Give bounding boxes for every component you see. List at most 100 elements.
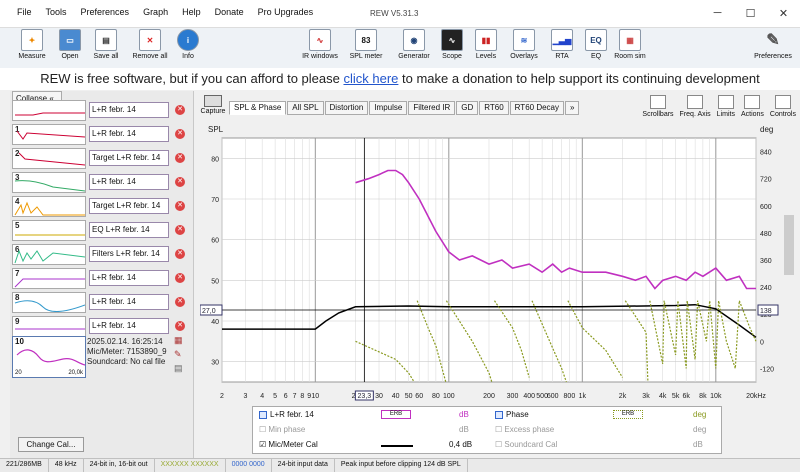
remove-measurement-icon[interactable]: ✕ [175,297,185,307]
measurement-name-field[interactable]: Filters L+R febr. 14 [89,246,169,262]
measurement-name-field[interactable]: L+R febr. 14 [89,294,169,310]
change-cal-button[interactable]: Change Cal... [18,437,84,452]
menu-help[interactable]: Help [175,7,208,17]
measurement-row[interactable]: 1 L+R febr. 14 ✕ [12,123,192,145]
measurement-row[interactable]: 6 Filters L+R febr. 14 ✕ [12,243,192,265]
tool-scrollbars[interactable]: Scrollbars [642,95,674,118]
remove-measurement-icon[interactable]: ✕ [175,177,185,187]
room-sim-icon: ▦ [619,29,641,51]
tab-6[interactable]: RT60 [479,101,509,115]
measurement-row[interactable]: 3 L+R febr. 14 ✕ [12,171,192,193]
measurement-row[interactable]: 8 L+R febr. 14 ✕ [12,291,192,313]
measurement-thumb[interactable]: 4 [12,195,86,217]
tool-actions[interactable]: Actions [741,95,764,118]
pen-icon[interactable]: ✎ [174,349,182,360]
remove-measurement-icon[interactable]: ✕ [175,249,185,259]
ir-windows-button[interactable]: ∿ IR windows [300,28,340,60]
remove-measurement-icon[interactable]: ✕ [175,129,185,139]
close-icon[interactable]: ✕ [767,0,800,26]
tab-0[interactable]: SPL & Phase [229,101,287,115]
window-title: REW V5.31.3 [370,9,419,18]
tab-1[interactable]: All SPL [287,101,324,115]
spl-phase-graph[interactable]: 2345678910203040506080100200300400500600… [200,120,782,410]
y-right-tick-label: 720 [760,177,772,184]
measurement-name-field[interactable]: EQ L+R febr. 14 [89,222,169,238]
measurement-thumb[interactable]: 6 [12,243,86,265]
measurement-name-field[interactable]: L+R febr. 14 [89,270,169,286]
y-left-tick-label: 50 [211,278,219,285]
measurement-row[interactable]: 4 Target L+R febr. 14 ✕ [12,195,192,217]
tab-2[interactable]: Distortion [324,101,369,115]
info-button[interactable]: i Info [168,28,208,60]
remove-measurement-icon[interactable]: ✕ [175,201,185,211]
measurement-name-field[interactable]: L+R febr. 14 [89,102,169,118]
x-tick-label: 400 [523,393,535,400]
checkbox-spl[interactable] [259,410,267,419]
remove-measurement-icon[interactable]: ✕ [175,273,185,283]
menu-file[interactable]: File [10,7,39,17]
tab-7[interactable]: RT60 Decay [509,101,564,115]
levels-button[interactable]: ▮▮ Levels [466,28,506,60]
maximize-icon[interactable]: ☐ [734,0,767,26]
measurement-name-field[interactable]: Target L+R febr. 14 [89,198,169,214]
donate-link[interactable]: click here [343,71,398,86]
generator-button[interactable]: ◉ Generator [394,28,434,60]
tab-4[interactable]: Filtered IR [408,101,456,115]
save-all-button[interactable]: ▤ Save all [86,28,126,60]
x-tick-label: 300 [507,393,519,400]
measure-button[interactable]: ✦ Measure [12,28,52,60]
measurement-name-field[interactable]: L+R febr. 14 [89,174,169,190]
measurement-thumb[interactable]: 5 [12,219,86,241]
tab-5[interactable]: GD [456,101,479,115]
overlays-button[interactable]: ≋ Overlays [504,28,544,60]
x-tick-label: 30 [375,393,383,400]
minimize-icon[interactable]: ─ [701,0,734,26]
chart-icon[interactable]: ▦ [174,335,183,346]
status-field: XXXXXX XXXXXX [155,459,226,472]
remove-all-button[interactable]: ✕ Remove all [130,28,170,60]
document-icon[interactable]: ▤ [174,363,183,374]
measurement-thumb[interactable]: 8 [12,291,86,313]
x-tick-label: 8 [300,393,304,400]
menu-preferences[interactable]: Preferences [74,7,137,17]
menu-donate[interactable]: Donate [208,7,251,17]
spl-meter-button[interactable]: 83 SPL meter [346,28,386,60]
measurement-thumb[interactable]: 1 [12,123,86,145]
tab-3[interactable]: Impulse [369,101,408,115]
erb-badge-phase[interactable]: ERB [613,410,643,419]
measurement-name-field[interactable]: L+R febr. 14 [89,126,169,142]
measurement-thumb[interactable]: 9 [12,315,86,337]
measurement-thumb[interactable]: 2 [12,147,86,169]
measurement-name-field[interactable]: Target L+R febr. 14 [89,150,169,166]
erb-badge[interactable]: ERB [381,410,411,419]
tool-controls[interactable]: Controls [770,95,796,118]
measurement-row[interactable]: 2 Target L+R febr. 14 ✕ [12,147,192,169]
tool-limits[interactable]: Limits [717,95,735,118]
preferences-button[interactable]: ✎ Preferences [750,28,796,60]
selected-measurement-thumb[interactable]: 10 20 20,0k [12,336,86,378]
measurement-row[interactable]: L+R febr. 14 ✕ [12,99,192,121]
measurement-name-field[interactable]: L+R febr. 14 [89,318,169,334]
room-sim-button[interactable]: ▦ Room sim [610,28,650,60]
remove-measurement-icon[interactable]: ✕ [175,321,185,331]
measurement-row[interactable]: 7 L+R febr. 14 ✕ [12,267,192,289]
save-icon: ▤ [95,29,117,51]
remove-measurement-icon[interactable]: ✕ [175,225,185,235]
measurement-thumb[interactable]: 3 [12,171,86,193]
open-button[interactable]: ▭ Open [50,28,90,60]
menu-pro-upgrades[interactable]: Pro Upgrades [251,7,321,17]
tab-8[interactable]: » [565,101,580,115]
menu-graph[interactable]: Graph [136,7,175,17]
x-tick-label: 6 [284,393,288,400]
capture-button[interactable]: Capture [200,95,226,115]
measurement-thumb[interactable] [12,99,86,121]
checkbox-phase[interactable] [495,410,503,419]
measurement-row[interactable]: 5 EQ L+R febr. 14 ✕ [12,219,192,241]
remove-measurement-icon[interactable]: ✕ [175,105,185,115]
tool-freq-axis[interactable]: Freq. Axis [680,95,711,118]
measurement-thumb[interactable]: 7 [12,267,86,289]
measurement-row[interactable]: 9 L+R febr. 14 ✕ [12,315,192,337]
remove-measurement-icon[interactable]: ✕ [175,153,185,163]
scrollbar[interactable] [784,215,794,275]
menu-tools[interactable]: Tools [39,7,74,17]
